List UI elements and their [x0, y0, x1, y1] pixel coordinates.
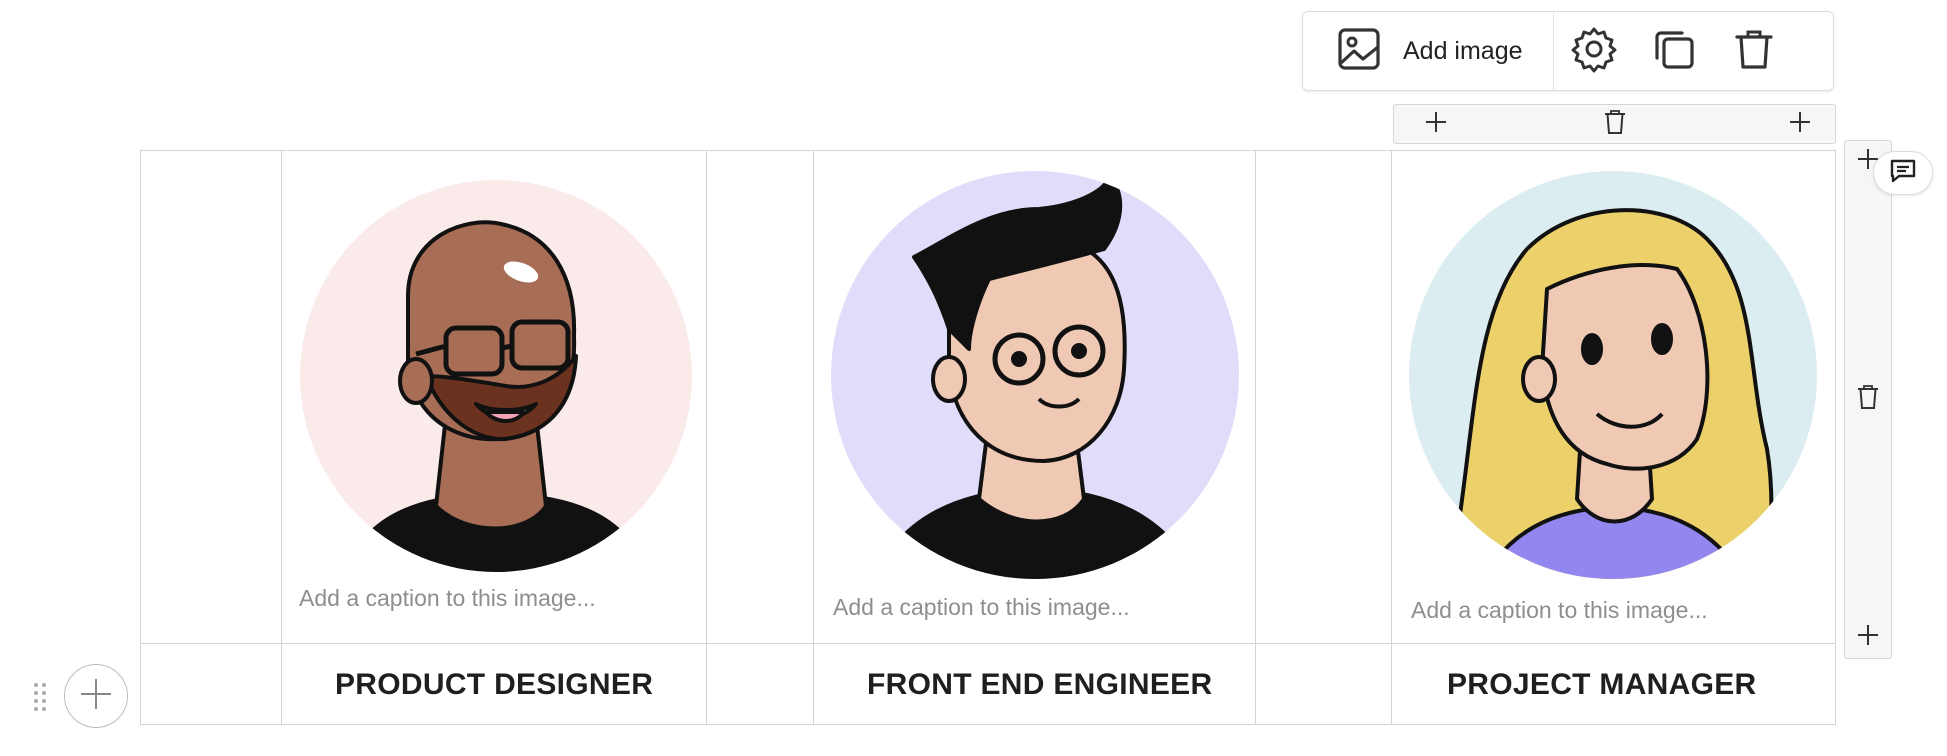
- add-image-button[interactable]: Add image: [1303, 12, 1554, 90]
- plus-icon: [79, 677, 113, 716]
- comment-icon: [1889, 157, 1917, 190]
- role-label-product-designer[interactable]: PRODUCT DESIGNER: [335, 668, 653, 702]
- plus-icon: [1857, 624, 1879, 651]
- trash-icon: [1603, 109, 1627, 140]
- plus-icon: [1425, 111, 1447, 138]
- column-controls: [1393, 104, 1836, 144]
- add-block-button[interactable]: [64, 664, 128, 728]
- add-column-right-button[interactable]: [1782, 105, 1818, 143]
- trash-icon: [1732, 27, 1776, 76]
- drag-handle-icon: [30, 683, 50, 719]
- comment-button[interactable]: [1873, 151, 1933, 195]
- drag-handle[interactable]: [30, 681, 50, 715]
- avatar-project-manager[interactable]: [1407, 169, 1819, 586]
- delete-image-button[interactable]: [1714, 12, 1794, 90]
- plus-icon: [1789, 111, 1811, 138]
- caption-input-front-end-engineer[interactable]: Add a caption to this image...: [833, 594, 1130, 621]
- delete-row-button[interactable]: [1845, 379, 1891, 419]
- row-controls: [1844, 140, 1892, 659]
- avatar-product-designer[interactable]: [296, 176, 696, 581]
- caption-input-project-manager[interactable]: Add a caption to this image...: [1411, 597, 1708, 624]
- gear-icon: [1570, 25, 1618, 78]
- caption-input-product-designer[interactable]: Add a caption to this image...: [299, 585, 596, 612]
- duplicate-button[interactable]: [1634, 12, 1714, 90]
- settings-button[interactable]: [1554, 12, 1634, 90]
- avatar-front-end-engineer[interactable]: [829, 169, 1241, 586]
- delete-column-button[interactable]: [1597, 105, 1633, 143]
- add-image-label: Add image: [1403, 36, 1523, 65]
- role-label-project-manager[interactable]: PROJECT MANAGER: [1447, 668, 1757, 702]
- image-toolbar: Add image: [1302, 11, 1834, 91]
- image-icon: [1337, 27, 1381, 76]
- add-column-left-button[interactable]: [1418, 105, 1454, 143]
- duplicate-icon: [1652, 27, 1696, 76]
- add-row-below-button[interactable]: [1845, 617, 1891, 657]
- role-label-front-end-engineer[interactable]: FRONT END ENGINEER: [867, 668, 1212, 702]
- trash-icon: [1856, 384, 1880, 415]
